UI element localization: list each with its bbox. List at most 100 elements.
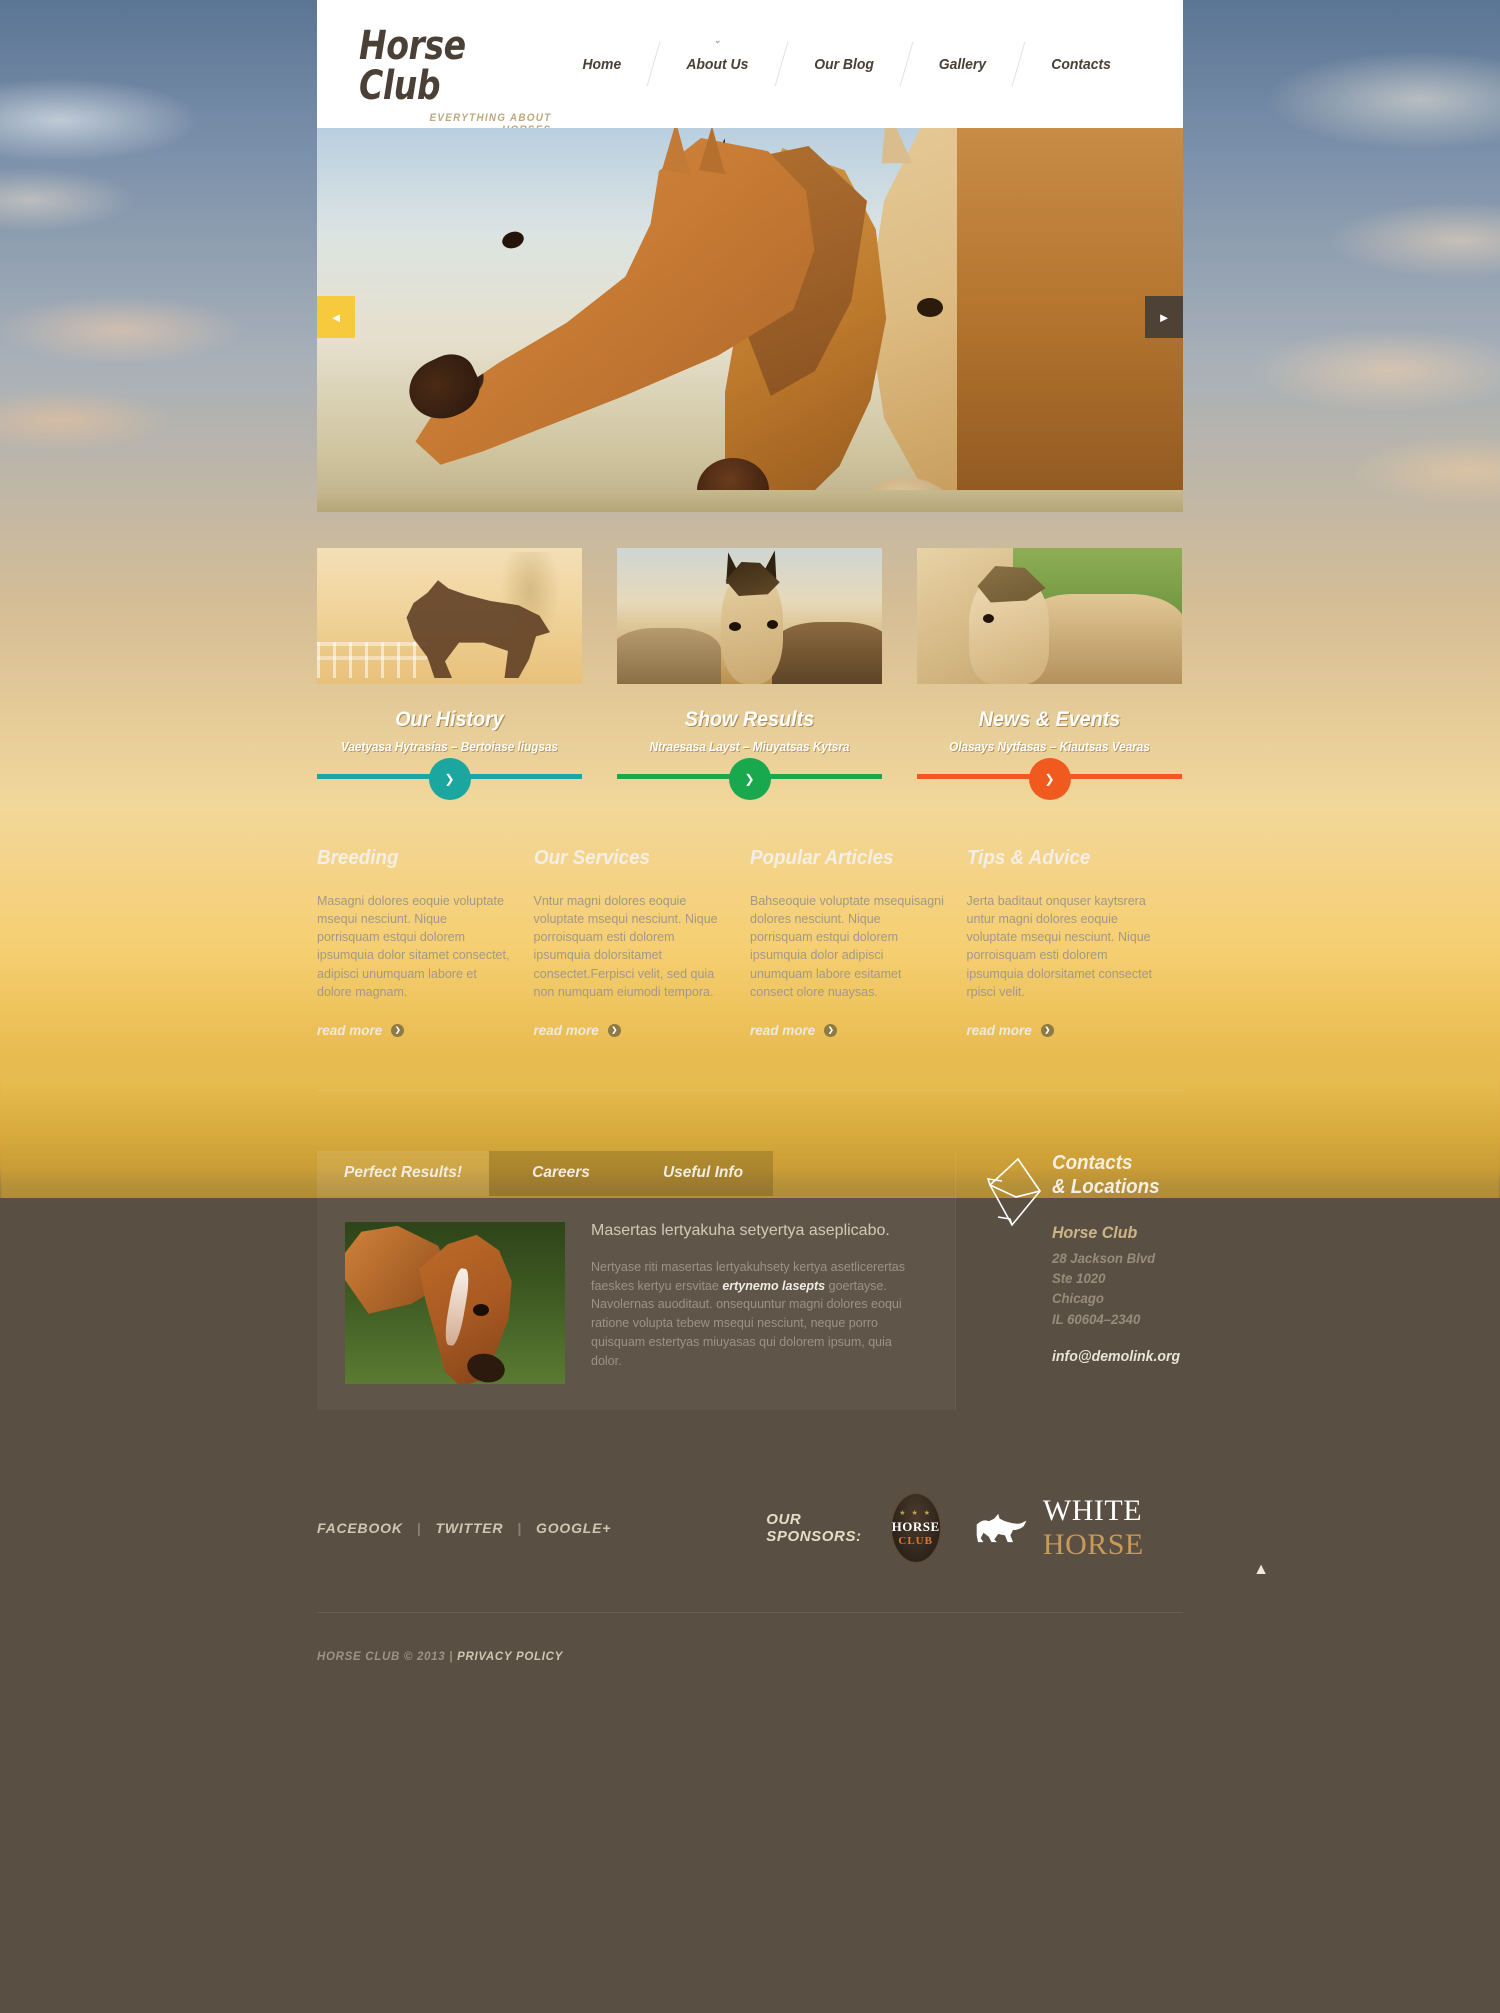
column-text: Jerta baditaut onquser kaytsrera untur m… bbox=[966, 894, 1153, 999]
nav-label: Contacts bbox=[1051, 55, 1111, 73]
horse-body-right bbox=[772, 622, 882, 684]
footer-divider bbox=[317, 1611, 1183, 1613]
arrow-right-icon: ► bbox=[1157, 309, 1171, 325]
tab-panel: Masertas lertyakuha setyertya aseplicabo… bbox=[317, 1196, 955, 1410]
tab-careers[interactable]: Careers bbox=[489, 1150, 633, 1196]
horse-body-left bbox=[617, 628, 721, 684]
hero-slider: ◄ ► bbox=[317, 128, 1183, 512]
arrow-left-icon: ◄ bbox=[329, 309, 343, 325]
card-more-button[interactable]: ❯ bbox=[728, 758, 771, 800]
arrow-right-icon: ❯ bbox=[444, 772, 455, 786]
nav-item-contacts[interactable]: Contacts bbox=[1023, 56, 1138, 73]
read-more-link[interactable]: read more ❯ bbox=[534, 1023, 621, 1038]
card-title: Our History bbox=[395, 708, 504, 731]
info-column-our-services: Our Services Vntur magni dolores eoquie … bbox=[534, 847, 751, 1038]
contacts-title-line-one: Contacts bbox=[1052, 1151, 1133, 1174]
card-more-button[interactable]: ❯ bbox=[1028, 758, 1071, 800]
running-horse-icon bbox=[976, 1513, 1027, 1542]
read-more-link[interactable]: read more ❯ bbox=[750, 1023, 838, 1038]
privacy-policy-link[interactable]: PRIVACY POLICY bbox=[457, 1651, 563, 1663]
info-columns: Breeding Masagni dolores eoquie voluptat… bbox=[317, 847, 1183, 1038]
chevron-down-icon: ⌄ bbox=[713, 34, 721, 45]
column-title: Popular Articles bbox=[750, 847, 894, 869]
copyright-text: HORSE CLUB © 2013 bbox=[317, 1650, 446, 1663]
tab-heading: Masertas lertyakuha setyertya aseplicabo… bbox=[591, 1221, 890, 1239]
read-more-link[interactable]: read more ❯ bbox=[967, 1023, 1054, 1038]
social-link-facebook[interactable]: FACEBOOK bbox=[317, 1520, 403, 1536]
footer-top-row: FACEBOOK | TWITTER | GOOGLE+ OUR SPONSOR… bbox=[317, 1491, 1183, 1564]
card-subtitle: Ntraesasa Layst – Miuyatsas Kytsra bbox=[649, 740, 850, 754]
card-image bbox=[917, 548, 1182, 684]
slider-prev-button[interactable]: ◄ bbox=[317, 296, 355, 338]
logo[interactable]: Horse Club EVERYTHING ABOUT HORSES bbox=[359, 0, 551, 136]
tab-perfect-results[interactable]: Perfect Results! bbox=[317, 1150, 489, 1196]
feature-card-news-events[interactable]: News & Events Olasays Nytfasas – Kiautsa… bbox=[917, 548, 1182, 800]
sponsor-badge-line-one: HORSE bbox=[891, 1518, 940, 1534]
column-text: Masagni dolores eoquie voluptate msequi … bbox=[317, 894, 510, 999]
fence-shape bbox=[317, 642, 427, 678]
envelope-icon bbox=[986, 1151, 1048, 1410]
column-title: Breeding bbox=[317, 847, 399, 869]
sponsor-word-horse: HORSE bbox=[1042, 1527, 1144, 1561]
arrow-right-icon: ❯ bbox=[744, 772, 755, 786]
scroll-to-top-button[interactable]: ▲ bbox=[1247, 1559, 1275, 1581]
tab-list: Perfect Results! Careers Useful Info bbox=[317, 1150, 955, 1196]
social-link-twitter[interactable]: TWITTER bbox=[435, 1520, 503, 1536]
nav-item-home[interactable]: Home bbox=[555, 56, 650, 73]
tab-photo bbox=[345, 1221, 565, 1384]
slider-horse-right-eye bbox=[917, 298, 943, 317]
read-more-label: read more bbox=[966, 1022, 1032, 1038]
slider-next-button[interactable]: ► bbox=[1145, 296, 1183, 338]
horse-eye bbox=[473, 1303, 489, 1316]
contacts-block: Contacts & Locations Horse Club 28 Jacks… bbox=[955, 1150, 1183, 1410]
nav-item-about-us[interactable]: ⌄ About Us bbox=[659, 35, 777, 73]
foal-eye bbox=[983, 614, 994, 623]
card-more-button[interactable]: ❯ bbox=[428, 758, 471, 800]
arrow-right-icon: ❯ bbox=[824, 1023, 838, 1037]
info-column-popular-articles: Popular Articles Bahseoquie voluptate ms… bbox=[750, 847, 967, 1038]
contacts-address: 28 Jackson Blvd Ste 1020 Chicago IL 6060… bbox=[1052, 1249, 1156, 1327]
page-container: Horse Club EVERYTHING ABOUT HORSES Home … bbox=[317, 0, 1269, 1663]
nav-label: About Us bbox=[686, 55, 749, 73]
site-header: Horse Club EVERYTHING ABOUT HORSES Home … bbox=[317, 0, 1183, 136]
contacts-text: Contacts & Locations Horse Club 28 Jacks… bbox=[1048, 1151, 1188, 1410]
contacts-title: Contacts & Locations bbox=[1052, 1151, 1180, 1199]
card-image bbox=[317, 548, 582, 684]
nav-label: Home bbox=[582, 55, 622, 73]
social-separator: | bbox=[416, 1519, 422, 1536]
tab-paragraph: Nertyase riti masertas lertyakuhsety ker… bbox=[591, 1258, 925, 1371]
logo-title: Horse Club bbox=[359, 23, 466, 109]
column-title: Our Services bbox=[533, 847, 650, 869]
nav-item-gallery[interactable]: Gallery bbox=[911, 56, 1014, 73]
contacts-title-line-two: & Locations bbox=[1052, 1175, 1160, 1198]
sponsors-label: OUR SPONSORS: bbox=[766, 1510, 862, 1545]
contacts-org-name: Horse Club bbox=[1052, 1222, 1138, 1242]
feature-cards: Our History Vaetyasa Hytrasias – Bertoia… bbox=[317, 512, 1183, 800]
card-subtitle: Vaetyasa Hytrasias – Bertoiase liugsas bbox=[340, 740, 559, 754]
content-section: Breeding Masagni dolores eoquie voluptat… bbox=[317, 779, 1269, 1663]
lower-section: Perfect Results! Careers Useful Info Mas… bbox=[317, 1091, 1183, 1410]
sponsor-white-horse-text: WHITE HORSE bbox=[1043, 1494, 1183, 1562]
contacts-email-link[interactable]: info@demolink.org bbox=[1052, 1348, 1180, 1365]
read-more-link[interactable]: read more ❯ bbox=[317, 1023, 405, 1038]
arrow-right-icon: ❯ bbox=[391, 1023, 405, 1037]
feature-card-our-history[interactable]: Our History Vaetyasa Hytrasias – Bertoia… bbox=[317, 548, 582, 800]
column-text: Bahseoquie voluptate msequisagni dolores… bbox=[750, 894, 944, 999]
feature-card-show-results[interactable]: Show Results Ntraesasa Layst – Miuyatsas… bbox=[617, 548, 882, 800]
sponsor-word-white: WHITE bbox=[1042, 1493, 1143, 1527]
tab-useful-info[interactable]: Useful Info bbox=[633, 1150, 773, 1196]
nav-label: Our Blog bbox=[814, 55, 874, 73]
column-text: Vntur magni dolores eoquie voluptate mse… bbox=[533, 894, 718, 999]
sponsor-logo-horse-club[interactable]: ★ ★ ★ HORSE CLUB bbox=[889, 1491, 942, 1564]
social-link-googleplus[interactable]: GOOGLE+ bbox=[536, 1520, 611, 1536]
info-column-breeding: Breeding Masagni dolores eoquie voluptat… bbox=[317, 847, 534, 1038]
nav-item-our-blog[interactable]: Our Blog bbox=[786, 56, 901, 73]
main-navigation: Home ⌄ About Us Our Blog Gallery Contact… bbox=[551, 0, 1153, 128]
tab-text: Masertas lertyakuha setyertya aseplicabo… bbox=[591, 1222, 925, 1384]
sponsor-logo-white-horse[interactable]: WHITE HORSE bbox=[974, 1494, 1183, 1562]
paragraph-emphasis: ertynemo lasepts bbox=[722, 1278, 826, 1293]
card-title: Show Results bbox=[684, 708, 815, 731]
site-footer: FACEBOOK | TWITTER | GOOGLE+ OUR SPONSOR… bbox=[317, 1410, 1269, 1663]
arrow-right-icon: ❯ bbox=[1044, 772, 1055, 786]
slider-ground bbox=[317, 490, 1183, 512]
